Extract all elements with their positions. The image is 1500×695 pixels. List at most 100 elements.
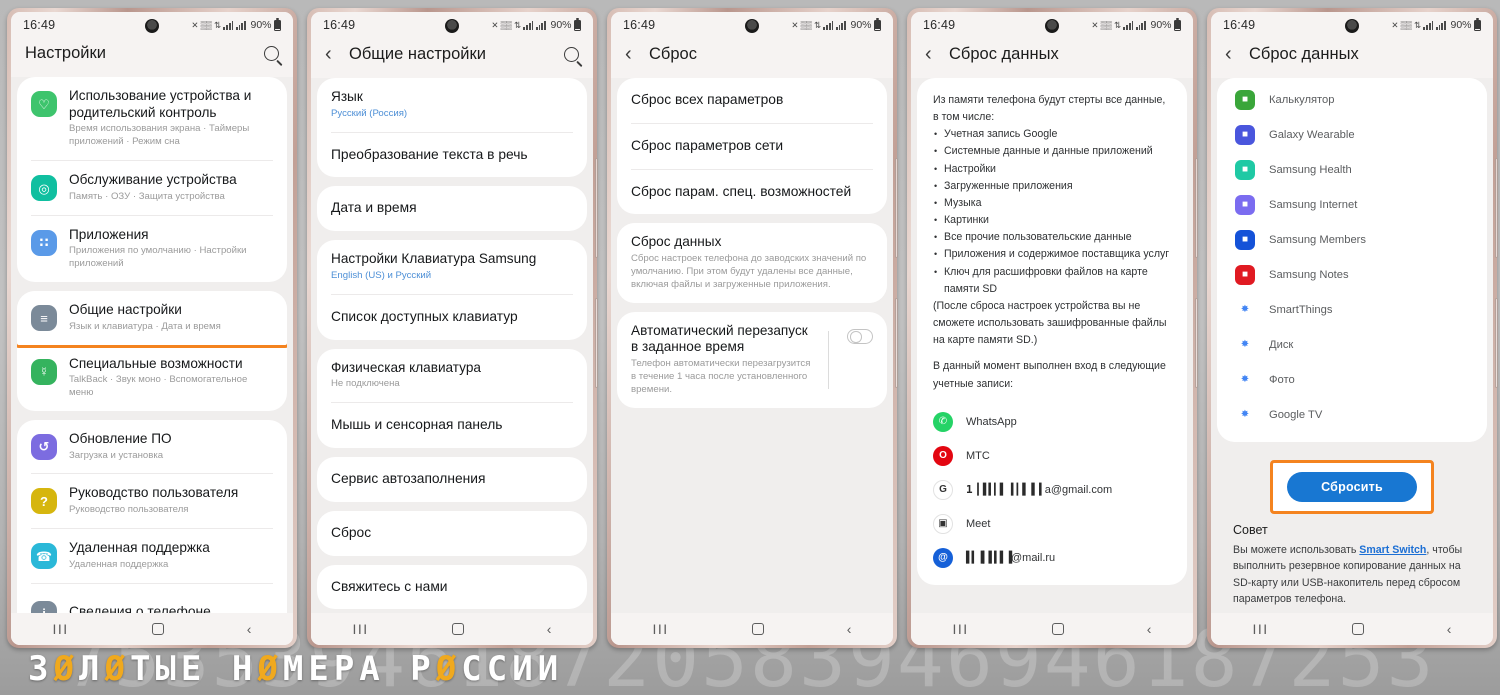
back-button[interactable]: ‹ <box>625 44 639 64</box>
settings-group: ♡ Использование устройства и родительский… <box>17 77 287 282</box>
apps-card: ■ Калькулятор ■ Galaxy Wearable ■ Samsung Hea… <box>1217 78 1487 442</box>
samsung-notes-icon-glyph: ■ <box>1241 269 1249 280</box>
list-item[interactable]: ∷ Приложения Приложения по умолчанию · Нас… <box>17 216 287 282</box>
list-item[interactable]: Свяжитесь с нами <box>317 565 587 610</box>
home-button[interactable] <box>1051 623 1064 635</box>
app-row[interactable]: ■ Калькулятор <box>1217 82 1487 117</box>
account-name: МТС <box>966 449 990 462</box>
app-row[interactable]: ■ Samsung Notes <box>1217 257 1487 292</box>
list-item-title: Сброс данных <box>631 234 722 250</box>
samsung-notes-icon: ■ <box>1235 264 1255 285</box>
home-button[interactable] <box>751 623 764 635</box>
network-icon: ▒▒ <box>200 19 212 30</box>
scroll-indicator[interactable] <box>1495 158 1498 258</box>
list-item[interactable]: Дата и время <box>317 186 587 231</box>
list-item-text: Обновление ПО Загрузка и установка <box>69 431 273 463</box>
app-row[interactable]: ✸ Фото <box>1217 362 1487 397</box>
app-row[interactable]: ■ Galaxy Wearable <box>1217 117 1487 152</box>
smart-switch-link[interactable]: Smart Switch <box>1359 544 1426 556</box>
wifi-icon: ⇅ <box>813 19 821 30</box>
list-item-title: Сервис автозаполнения <box>331 470 486 486</box>
settings-group: Язык Русский (Россия) Преобразование текст… <box>317 78 587 178</box>
account-row: ✆ WhatsApp <box>917 405 1187 439</box>
page-title: Сброс данных <box>1249 44 1359 63</box>
recents-button[interactable]: III <box>1253 622 1269 636</box>
back-button[interactable]: ‹ <box>325 44 339 64</box>
home-button[interactable] <box>1351 623 1364 635</box>
app-row[interactable]: ✸ SmartThings <box>1217 292 1487 327</box>
back-nav-button[interactable]: ‹ <box>1147 622 1152 636</box>
recents-button[interactable]: III <box>953 622 969 636</box>
list-item[interactable]: Язык Русский (Россия) <box>317 78 587 132</box>
list-item[interactable]: ☿ Специальные возможности TalkBack · Звук … <box>17 345 287 411</box>
app-name: Google TV <box>1269 408 1323 421</box>
scroll-indicator[interactable] <box>1195 298 1198 388</box>
scroll-indicator[interactable] <box>1195 158 1198 258</box>
device-care-icon-glyph: ◎ <box>38 180 50 196</box>
app-row[interactable]: ■ Samsung Members <box>1217 222 1487 257</box>
list-item-title: Специальные возможности <box>69 355 243 371</box>
home-button[interactable] <box>151 623 164 635</box>
app-row[interactable]: ■ Samsung Internet <box>1217 187 1487 222</box>
list-item[interactable]: ☎ Удаленная поддержка Удаленная поддержка <box>17 529 287 583</box>
scroll-indicator[interactable] <box>895 298 898 388</box>
app-row[interactable]: ■ Samsung Health <box>1217 152 1487 187</box>
list-item[interactable]: Настройки Клавиатура Samsung English (US)… <box>317 240 587 294</box>
google-photos-icon-glyph: ✸ <box>1240 374 1250 385</box>
wifi-icon: ⇅ <box>513 19 521 30</box>
list-item[interactable]: ↺ Обновление ПО Загрузка и установка <box>17 420 287 474</box>
apps-list: ■ Калькулятор ■ Galaxy Wearable ■ Samsung Hea… <box>1217 78 1487 442</box>
list-item[interactable]: Сброс <box>317 510 587 556</box>
list-item[interactable]: Список доступных клавиатур <box>317 295 587 340</box>
battery-percent: 90% <box>1150 19 1172 31</box>
list-item[interactable]: ♡ Использование устройства и родительский… <box>17 77 287 160</box>
app-row[interactable]: ✸ Диск <box>1217 327 1487 362</box>
home-button[interactable] <box>451 623 464 635</box>
list-item-wrap: Свяжитесь с нами <box>317 565 587 610</box>
list-item-text: Использование устройства и родительский … <box>69 88 273 149</box>
reset-button[interactable]: Сбросить <box>1287 472 1417 502</box>
list-item[interactable]: Сброс парам. спец. возможностей <box>617 170 887 215</box>
scroll-indicator[interactable] <box>1495 298 1498 388</box>
recents-button[interactable]: III <box>653 622 669 636</box>
back-nav-button[interactable]: ‹ <box>847 622 852 636</box>
status-bar: 16:49 ✕ ▒▒ ⇅ 90% <box>911 12 1193 38</box>
list-item[interactable]: ≡ Общие настройки Язык и клавиатура · Дата… <box>17 291 287 348</box>
list-item[interactable]: Физическая клавиатура Не подключена <box>317 349 587 403</box>
accessibility-icon-glyph: ☿ <box>39 364 49 380</box>
list-item[interactable]: Сброс параметров сети <box>617 124 887 169</box>
back-button[interactable]: ‹ <box>1225 44 1239 64</box>
list-item[interactable]: ? Руководство пользователя Руководство пол… <box>17 474 287 528</box>
toggle-divider <box>828 330 829 389</box>
list-item-wrap: Автоматический перезапуск в заданное вре… <box>617 312 887 408</box>
back-nav-button[interactable]: ‹ <box>547 622 552 636</box>
reset-button-zone: Сбросить <box>1217 451 1487 517</box>
status-time: 16:49 <box>923 18 956 32</box>
wifi-icon: ⇅ <box>1413 19 1421 30</box>
search-button[interactable] <box>264 46 279 61</box>
list-item[interactable]: Сброс всех параметров <box>617 78 887 123</box>
back-button[interactable]: ‹ <box>925 44 939 64</box>
list-item[interactable]: Сброс данных Сброс настроек телефона до з… <box>617 223 887 303</box>
recents-button[interactable]: III <box>353 622 369 636</box>
scroll-indicator[interactable] <box>595 158 598 258</box>
back-nav-button[interactable]: ‹ <box>247 622 252 636</box>
list-item-wrap: ? Руководство пользователя Руководство пол… <box>17 474 287 528</box>
list-item[interactable]: Сервис автозаполнения <box>317 457 587 502</box>
scroll-indicator[interactable] <box>895 158 898 258</box>
list-item[interactable]: Мышь и сенсорная панель <box>317 403 587 448</box>
list-item[interactable]: ◎ Обслуживание устройства Память · ОЗУ · З… <box>17 161 287 215</box>
back-nav-button[interactable]: ‹ <box>1447 622 1452 636</box>
list-item[interactable]: Преобразование текста в речь <box>317 133 587 178</box>
mute-icon: ✕ <box>191 19 198 30</box>
settings-group: Сервис автозаполнения <box>317 456 587 502</box>
scroll-indicator[interactable] <box>595 298 598 388</box>
recents-button[interactable]: III <box>53 622 69 636</box>
search-button[interactable] <box>564 46 579 62</box>
list-item[interactable]: Автоматический перезапуск в заданное вре… <box>617 312 887 408</box>
list-item-title: Обновление ПО <box>69 430 172 446</box>
list-item[interactable]: i Сведения о телефоне <box>17 584 287 613</box>
app-row[interactable]: ✸ Google TV <box>1217 397 1487 432</box>
auto-restart-toggle[interactable] <box>847 328 873 344</box>
